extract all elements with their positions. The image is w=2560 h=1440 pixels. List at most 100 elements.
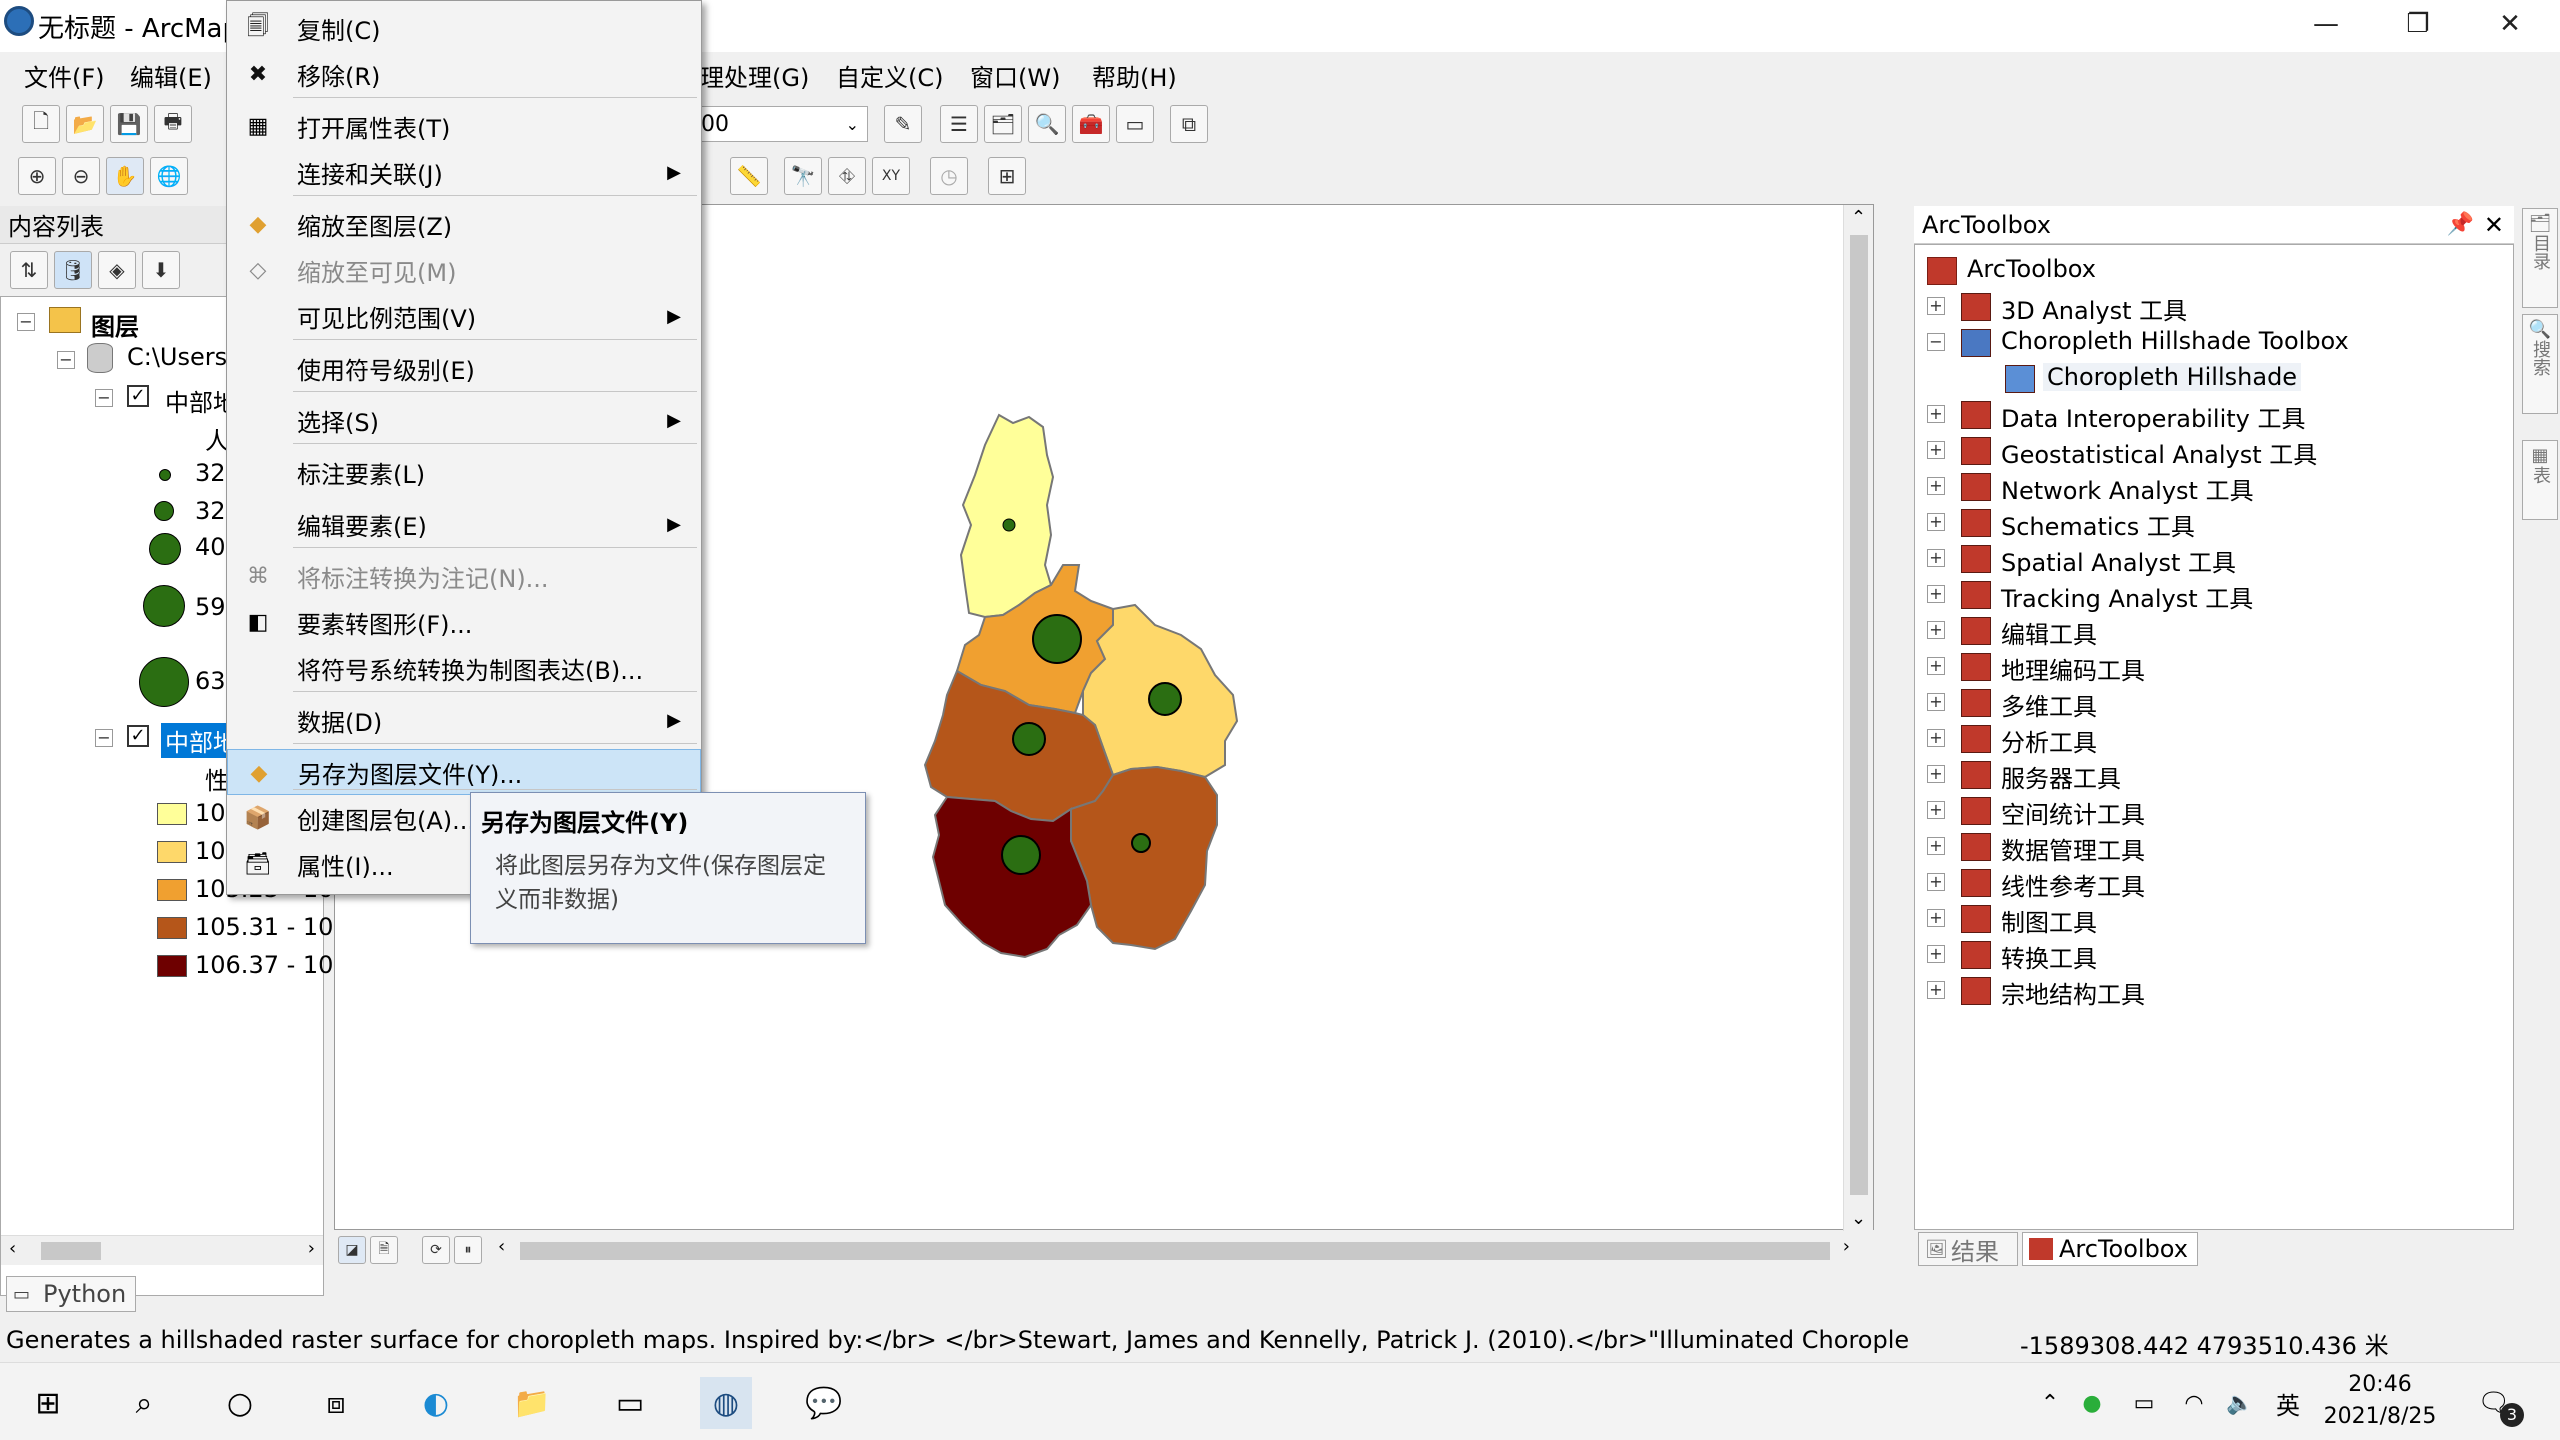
collapse-icon[interactable]: −: [17, 313, 35, 331]
model-builder-icon[interactable]: ⧉: [1170, 105, 1208, 143]
list-by-selection-icon[interactable]: ⬇: [142, 251, 180, 289]
toc-horizontal-scrollbar[interactable]: ‹ ›: [1, 1235, 323, 1265]
go-to-xy-icon[interactable]: XY: [872, 157, 910, 195]
toolbox-item[interactable]: Geostatistical Analyst 工具: [2001, 435, 2317, 470]
collapse-icon[interactable]: −: [57, 351, 75, 369]
expand-icon[interactable]: +: [1927, 873, 1945, 891]
toolbox-item[interactable]: Tracking Analyst 工具: [2001, 579, 2253, 614]
toolbox-item[interactable]: Network Analyst 工具: [2001, 471, 2254, 506]
centroid-symbol[interactable]: [1002, 518, 1016, 532]
scroll-left-icon[interactable]: ‹: [498, 1236, 505, 1257]
python-tab[interactable]: ▭ Python: [6, 1276, 136, 1312]
toolbox-item[interactable]: 3D Analyst 工具: [2001, 291, 2187, 326]
toolbox-item[interactable]: Choropleth Hillshade Toolbox: [2001, 327, 2349, 355]
layer-visibility-checkbox[interactable]: ✓: [127, 385, 149, 407]
zoom-out-icon[interactable]: ⊖: [62, 157, 100, 195]
context-menu-item[interactable]: 🗐 复制(C): [227, 5, 701, 51]
expand-icon[interactable]: +: [1927, 945, 1945, 963]
context-menu-item[interactable]: ◧ 要素转图形(F)...: [227, 599, 701, 645]
layers-root[interactable]: 图层: [91, 307, 139, 342]
centroid-symbol[interactable]: [1012, 722, 1046, 756]
file-explorer-icon[interactable]: 📁: [506, 1377, 558, 1429]
toolbox-item[interactable]: 编辑工具: [2001, 615, 2097, 650]
wechat-tray-icon[interactable]: ●: [2066, 1377, 2118, 1429]
toolbox-item[interactable]: Data Interoperability 工具: [2001, 399, 2305, 434]
map-vertical-scrollbar[interactable]: ⌃ ⌄: [1843, 205, 1873, 1231]
toolbox-root[interactable]: ArcToolbox: [1967, 255, 2096, 283]
scale-dropdown[interactable]: 00 ⌄: [696, 106, 868, 142]
measure-icon[interactable]: 📏: [730, 157, 768, 195]
menu-file[interactable]: 文件(F): [24, 58, 105, 93]
close-button[interactable]: ✕: [2464, 0, 2556, 48]
pause-drawing-icon[interactable]: ⏸: [454, 1236, 482, 1264]
toolbox-item[interactable]: 数据管理工具: [2001, 831, 2145, 866]
context-menu-item[interactable]: 编辑要素(E) ▶: [227, 501, 701, 547]
scroll-thumb[interactable]: [41, 1242, 101, 1260]
expand-icon[interactable]: +: [1927, 441, 1945, 459]
maximize-button[interactable]: ❐: [2372, 0, 2464, 48]
centroid-symbol[interactable]: [1001, 835, 1041, 875]
open-folder-icon[interactable]: 📂: [66, 105, 104, 143]
expand-icon[interactable]: +: [1927, 621, 1945, 639]
volume-icon[interactable]: 🔈: [2214, 1377, 2266, 1429]
expand-icon[interactable]: +: [1927, 801, 1945, 819]
pan-icon[interactable]: ✋: [106, 157, 144, 195]
region-southwest[interactable]: [931, 795, 1093, 959]
wechat-icon[interactable]: 💬: [798, 1377, 850, 1429]
find-icon[interactable]: 🔭: [784, 157, 822, 195]
centroid-symbol[interactable]: [1148, 682, 1182, 716]
toolbox-item[interactable]: Spatial Analyst 工具: [2001, 543, 2236, 578]
context-menu-item[interactable]: 连接和关联(J) ▶: [227, 149, 701, 195]
collapse-icon[interactable]: −: [95, 729, 113, 747]
centroid-symbol[interactable]: [1032, 614, 1082, 664]
pin-icon[interactable]: 📌: [2447, 212, 2474, 237]
new-document-icon[interactable]: 🗋: [22, 105, 60, 143]
windows-start-icon[interactable]: ⊞: [22, 1377, 74, 1429]
expand-icon[interactable]: +: [1927, 585, 1945, 603]
menu-edit[interactable]: 编辑(E): [130, 58, 212, 93]
expand-icon[interactable]: +: [1927, 729, 1945, 747]
side-tab-table[interactable]: ▦ 表: [2522, 440, 2558, 520]
battery-icon[interactable]: ▭: [2118, 1377, 2170, 1429]
python-window-icon[interactable]: ▭: [1116, 105, 1154, 143]
zoom-in-icon[interactable]: ⊕: [18, 157, 56, 195]
context-menu-item[interactable]: ✖ 移除(R): [227, 51, 701, 97]
refresh-icon[interactable]: ⟳: [422, 1236, 450, 1264]
context-menu-item[interactable]: ⌘ 将标注转换为注记(N)...: [227, 553, 701, 599]
layer-visibility-checkbox[interactable]: ✓: [127, 725, 149, 747]
edge-icon[interactable]: ◐: [410, 1377, 462, 1429]
expand-icon[interactable]: +: [1927, 297, 1945, 315]
toolbox-item[interactable]: 线性参考工具: [2001, 867, 2145, 902]
save-icon[interactable]: 💾: [110, 105, 148, 143]
arcmap-taskbar-icon[interactable]: ◍: [700, 1377, 752, 1429]
data-view-icon[interactable]: ◪: [338, 1236, 366, 1264]
search-window-icon[interactable]: 🔍: [1028, 105, 1066, 143]
context-menu-item[interactable]: 数据(D) ▶: [227, 697, 701, 743]
toolbox-item[interactable]: 转换工具: [2001, 939, 2097, 974]
ime-indicator[interactable]: 英: [2262, 1377, 2314, 1429]
cortana-icon[interactable]: ○: [214, 1377, 266, 1429]
window-app-icon[interactable]: ▭: [604, 1377, 656, 1429]
scroll-right-icon[interactable]: ›: [308, 1238, 315, 1259]
context-menu-item[interactable]: 将符号系统转换为制图表达(B)...: [227, 645, 701, 691]
centroid-symbol[interactable]: [1131, 833, 1151, 853]
scroll-down-icon[interactable]: ⌄: [1851, 1208, 1866, 1229]
scroll-up-icon[interactable]: ⌃: [1851, 207, 1866, 228]
toolbox-item[interactable]: 空间统计工具: [2001, 795, 2145, 830]
region-north[interactable]: [959, 413, 1055, 619]
expand-icon[interactable]: +: [1927, 549, 1945, 567]
list-by-drawing-order-icon[interactable]: ⇅: [10, 251, 48, 289]
table-of-contents-icon[interactable]: ☰: [940, 105, 978, 143]
expand-icon[interactable]: +: [1927, 405, 1945, 423]
collapse-icon[interactable]: −: [1927, 333, 1945, 351]
collapse-icon[interactable]: −: [95, 389, 113, 407]
context-menu-item[interactable]: 标注要素(L): [227, 449, 701, 495]
menu-customize[interactable]: 自定义(C): [836, 58, 943, 93]
catalog-icon[interactable]: 🗂: [984, 105, 1022, 143]
minimize-button[interactable]: —: [2280, 0, 2372, 48]
task-view-icon[interactable]: ⧈: [310, 1377, 362, 1429]
toolbox-item[interactable]: 地理编码工具: [2001, 651, 2145, 686]
side-tab-catalog[interactable]: 🗂 目录: [2522, 208, 2558, 308]
expand-icon[interactable]: +: [1927, 657, 1945, 675]
full-extent-icon[interactable]: 🌐: [150, 157, 188, 195]
